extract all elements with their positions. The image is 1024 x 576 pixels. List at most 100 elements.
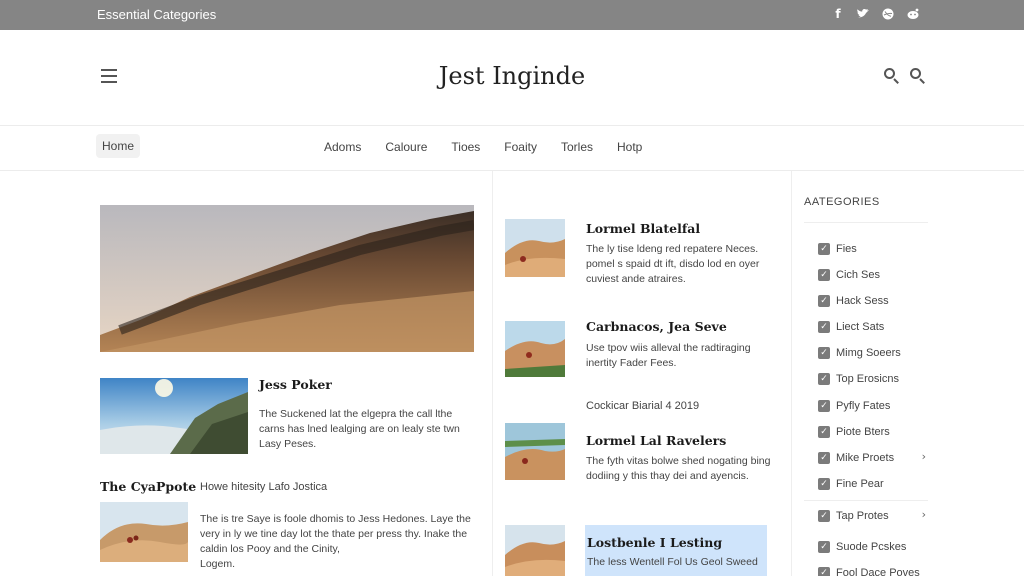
category-label: Fine Pear (836, 478, 884, 490)
category-label: Mimg Soeers (836, 347, 901, 359)
post-excerpt: Use tpov wiis alleval the radtiraging in… (586, 341, 786, 371)
site-header: Jest Inginde (0, 30, 1024, 126)
search-icon-secondary[interactable] (910, 68, 926, 84)
post-title[interactable]: The CyaPpote (100, 479, 196, 494)
category-item[interactable]: ✓ Mike Proets › (818, 450, 928, 466)
excerpt-line: dodiing y this thay dei and ayencis. (586, 470, 749, 482)
category-item[interactable]: ✓ Liect Sats (818, 319, 928, 335)
category-label: Cich Ses (836, 269, 881, 281)
category-item[interactable]: ✓ Top Erosicns (818, 371, 928, 387)
category-item[interactable]: ✓ Hack Sess (818, 293, 928, 309)
post-date: Cockicar Biarial 4 2019 (586, 400, 700, 412)
chevron-right-icon[interactable]: › (922, 508, 926, 521)
category-item[interactable]: ✓ Pyfly Fates (818, 398, 928, 414)
excerpt-line: carns has lned lealging are on lealy ste… (259, 423, 460, 435)
post-thumbnail[interactable] (505, 321, 565, 377)
checkbox-icon[interactable]: ✓ (818, 347, 830, 359)
excerpt-line: pomel s spaid dt ift, disdo lod en oyer (586, 258, 760, 270)
post-excerpt: The Suckened lat the elgepra the call lt… (259, 407, 479, 452)
excerpt-line: The fyth vitas bolwe shed nogating bing (586, 455, 771, 467)
checkbox-icon[interactable]: ✓ (818, 269, 830, 281)
dribbble-icon[interactable] (881, 7, 895, 21)
category-label: Hack Sess (836, 295, 889, 307)
checkbox-icon[interactable]: ✓ (818, 452, 830, 464)
post-title[interactable]: Lormel Blatelfal (586, 221, 700, 236)
site-title[interactable]: Jest Inginde (0, 62, 1024, 90)
excerpt-line: The ly tise ldeng red repatere Neces. (586, 243, 759, 255)
excerpt-line: very in ly we tine day lot the thate per… (200, 528, 468, 540)
category-label: Mike Proets (836, 452, 895, 464)
sidebar-heading: AATEGORIES (804, 196, 880, 208)
category-label: Suode Pcskes (836, 541, 907, 553)
category-item[interactable]: ✓ Piote Bters (818, 424, 928, 440)
checkbox-icon[interactable]: ✓ (818, 567, 830, 576)
post-thumbnail[interactable] (100, 378, 248, 454)
category-item[interactable]: ✓ Tap Protes › (818, 508, 928, 524)
reddit-icon[interactable] (906, 7, 920, 21)
post-thumbnail[interactable] (100, 502, 188, 562)
top-bar: Essential Categories f (0, 0, 1024, 30)
checkbox-icon[interactable]: ✓ (818, 400, 830, 412)
nav-item[interactable]: Caloure (385, 140, 427, 154)
category-label: Tap Protes (836, 510, 889, 522)
category-label: Fool Dace Poves (836, 567, 920, 576)
post-excerpt: The fyth vitas bolwe shed nogating bing … (586, 454, 786, 484)
nav-items: Adoms Caloure Tioes Foaity Torles Hotp (324, 140, 642, 154)
excerpt-line: inertity Fader Fees. (586, 357, 677, 369)
nav-item[interactable]: Torles (561, 140, 593, 154)
checkbox-icon[interactable]: ✓ (818, 373, 830, 385)
excerpt-line: caldin los Pooy and the Cinity, (200, 543, 340, 555)
post-thumbnail[interactable] (505, 423, 565, 480)
excerpt-line: The is tre Saye is foole dhomis to Jess … (200, 513, 471, 525)
category-label: Fies (836, 243, 857, 255)
post-excerpt: The less Wentell Fol Us Geol Sweed (587, 556, 758, 568)
post-thumbnail[interactable] (505, 525, 565, 576)
excerpt-line: cuviest ande atraires. (586, 273, 686, 285)
chevron-right-icon[interactable]: › (922, 450, 926, 463)
post-title[interactable]: Lormel Lal Ravelers (586, 433, 726, 448)
checkbox-icon[interactable]: ✓ (818, 426, 830, 438)
post-thumbnail[interactable] (505, 219, 565, 277)
checkbox-icon[interactable]: ✓ (818, 243, 830, 255)
nav-item[interactable]: Hotp (617, 140, 642, 154)
excerpt-line: Logem. (200, 558, 236, 570)
category-item[interactable]: ✓ Cich Ses (818, 267, 928, 283)
post-excerpt: The is tre Saye is foole dhomis to Jess … (200, 512, 480, 572)
facebook-icon[interactable]: f (831, 7, 845, 21)
column-divider (791, 171, 792, 576)
topbar-label: Essential Categories (97, 7, 217, 22)
category-label: Liect Sats (836, 321, 885, 333)
checkbox-icon[interactable]: ✓ (818, 478, 830, 490)
excerpt-line: The Suckened lat the elgepra the call lt… (259, 408, 453, 420)
category-item[interactable]: ✓ Fool Dace Poves (818, 565, 928, 576)
category-item[interactable]: ✓ Mimg Soeers (818, 345, 928, 361)
post-meta: Howe hitesity Lafo Jostica (200, 481, 328, 493)
checkbox-icon[interactable]: ✓ (818, 510, 830, 522)
post-title[interactable]: Jess Poker (259, 377, 332, 392)
nav-item[interactable]: Tioes (451, 140, 480, 154)
nav-home[interactable]: Home (96, 134, 141, 158)
sidebar-divider (804, 222, 928, 223)
social-links: f (831, 7, 920, 21)
main-nav: Home Adoms Caloure Tioes Foaity Torles H… (0, 126, 1024, 171)
excerpt-line: Lasy Peses. (259, 438, 317, 450)
category-item[interactable]: ✓ Fies (818, 241, 928, 257)
column-divider (492, 171, 493, 576)
category-label: Piote Bters (836, 426, 890, 438)
hero-image[interactable] (100, 205, 474, 352)
checkbox-icon[interactable]: ✓ (818, 541, 830, 553)
category-item[interactable]: ✓ Suode Pcskes (818, 539, 928, 555)
sidebar-divider (804, 500, 928, 501)
checkbox-icon[interactable]: ✓ (818, 321, 830, 333)
category-item[interactable]: ✓ Fine Pear (818, 476, 928, 492)
nav-item[interactable]: Foaity (504, 140, 537, 154)
excerpt-line: Use tpov wiis alleval the radtiraging (586, 342, 751, 354)
category-label: Top Erosicns (836, 373, 899, 385)
nav-item[interactable]: Adoms (324, 140, 361, 154)
post-excerpt: The ly tise ldeng red repatere Neces. po… (586, 242, 786, 287)
post-title[interactable]: Lostbenle I Lesting (587, 535, 722, 550)
twitter-icon[interactable] (856, 7, 870, 21)
post-title[interactable]: Carbnacos, Jea Seve (586, 319, 727, 334)
search-icon[interactable] (884, 68, 900, 84)
checkbox-icon[interactable]: ✓ (818, 295, 830, 307)
